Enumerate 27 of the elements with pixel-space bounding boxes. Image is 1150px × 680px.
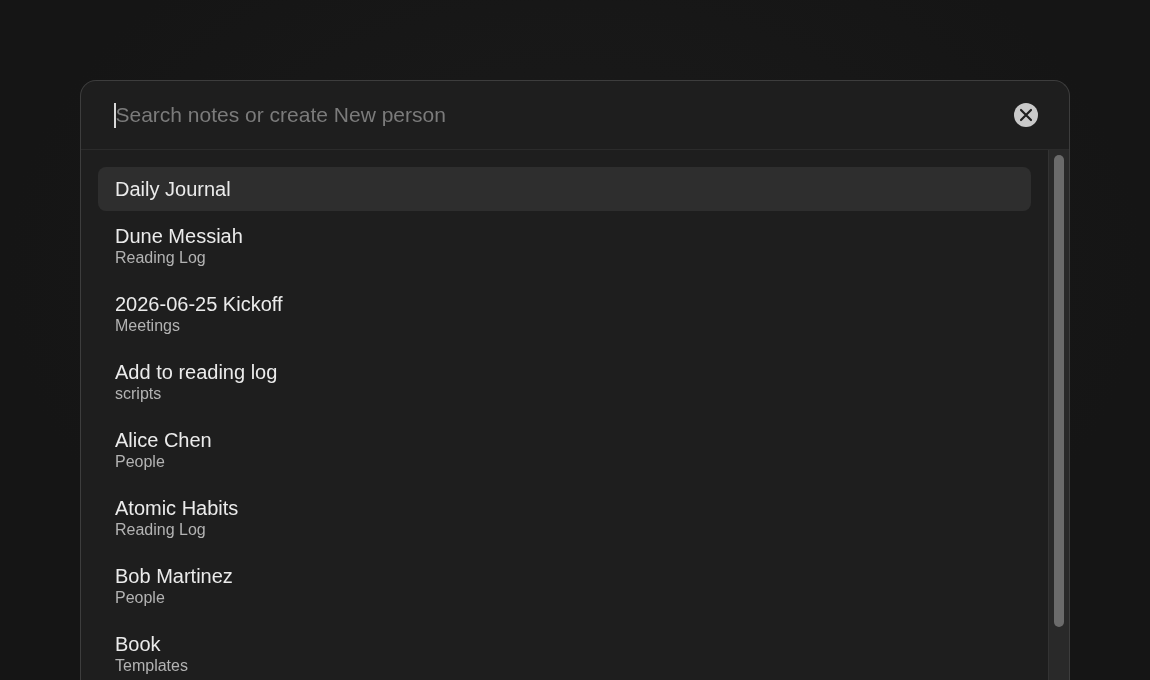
note-title: Dune Messiah xyxy=(115,224,243,248)
note-title: Alice Chen xyxy=(115,428,212,452)
note-result[interactable]: Atomic Habits Reading Log xyxy=(98,483,1031,551)
close-icon xyxy=(1019,108,1033,122)
note-title: Daily Journal xyxy=(115,177,231,202)
note-result[interactable]: Book Templates xyxy=(98,619,1031,676)
folder-label: Reading Log xyxy=(115,248,206,268)
note-title: Add to reading log xyxy=(115,360,278,384)
note-result[interactable]: Dune Messiah Reading Log xyxy=(98,211,1031,279)
folder-label: Reading Log xyxy=(115,520,206,540)
note-result[interactable]: Add to reading log scripts xyxy=(98,347,1031,415)
scrollbar-thumb[interactable] xyxy=(1054,155,1064,627)
folder-label: scripts xyxy=(115,384,162,404)
note-title: Bob Martinez xyxy=(115,564,233,588)
folder-label: Meetings xyxy=(115,316,180,336)
note-result[interactable]: Daily Journal xyxy=(98,167,1031,211)
note-result[interactable]: Bob Martinez People xyxy=(98,551,1031,619)
folder-label: People xyxy=(115,452,165,472)
note-title: Atomic Habits xyxy=(115,496,239,520)
note-title: Book xyxy=(115,632,161,656)
folder-label: People xyxy=(115,588,165,608)
search-field[interactable]: Search notes or create New person xyxy=(115,101,994,129)
folder-label: Templates xyxy=(115,656,188,676)
note-result[interactable]: Alice Chen People xyxy=(98,415,1031,483)
note-result[interactable]: 2026-06-25 Kickoff Meetings xyxy=(98,279,1031,347)
close-button[interactable] xyxy=(1014,103,1038,127)
note-title: 2026-06-25 Kickoff xyxy=(115,292,283,316)
